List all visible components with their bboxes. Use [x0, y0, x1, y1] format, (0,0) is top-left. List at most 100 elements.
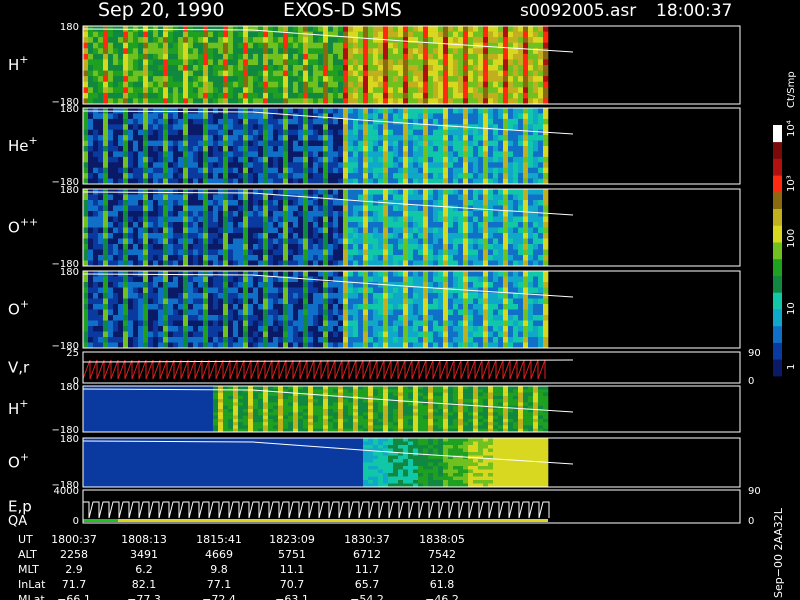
- heat-cell: [373, 222, 379, 228]
- heat-cell: [473, 238, 479, 245]
- heat-cell: [528, 162, 534, 168]
- heat-cell: [233, 249, 239, 256]
- heat-cell: [303, 146, 309, 152]
- heat-cell: [343, 331, 349, 338]
- heat-cell: [453, 298, 459, 305]
- heat-cell: [88, 293, 94, 299]
- heat-cell: [363, 162, 369, 168]
- heat-cell: [178, 216, 184, 223]
- heat-cell: [423, 135, 429, 141]
- heat-cell: [93, 70, 99, 77]
- heat-cell: [423, 156, 429, 163]
- heat-cell: [528, 76, 534, 82]
- heat-cell: [463, 151, 469, 158]
- heat-cell: [133, 238, 139, 245]
- heat-cell: [163, 129, 169, 136]
- heat-cell: [228, 309, 234, 316]
- heat-cell: [293, 309, 299, 316]
- heat-cell: [398, 42, 404, 49]
- heat-cell: [128, 129, 134, 136]
- heat-cell: [358, 287, 364, 294]
- heat-cell: [473, 118, 479, 125]
- heat-cell: [538, 178, 544, 185]
- heat-cell: [228, 113, 234, 120]
- heat-cell: [113, 113, 119, 120]
- heat-cell: [163, 146, 169, 152]
- heat-cell: [413, 233, 419, 239]
- heat-cell: [388, 244, 394, 250]
- heat-cell: [133, 320, 139, 327]
- heat-cell: [203, 326, 209, 332]
- heat-cell: [128, 194, 134, 201]
- heat-cell: [263, 320, 269, 327]
- heat-cell: [198, 162, 204, 168]
- heat-cell: [123, 238, 129, 245]
- heat-cell: [83, 260, 89, 267]
- heat-cell: [353, 135, 359, 141]
- heat-cell: [248, 194, 254, 201]
- heat-cell: [293, 337, 299, 343]
- heat-cell: [528, 26, 534, 32]
- heat-cell: [398, 76, 404, 82]
- heat-cell: [378, 249, 384, 256]
- heat-cell: [118, 244, 124, 250]
- heat-cell: [218, 200, 224, 206]
- heat-cell: [448, 216, 454, 223]
- heat-cell: [158, 271, 164, 277]
- heat-cell: [268, 65, 274, 71]
- heat-cell: [438, 315, 444, 321]
- heat-cell: [263, 255, 269, 261]
- heat-cell: [483, 129, 489, 136]
- heat-cell: [88, 140, 94, 147]
- heat-cell: [233, 244, 239, 250]
- heat-cell: [533, 211, 539, 217]
- heat-cell: [383, 271, 389, 277]
- heat-cell: [228, 293, 234, 299]
- heat-cell: [153, 59, 159, 66]
- heat-cell: [203, 76, 209, 82]
- heat-cell: [293, 59, 299, 66]
- heat-cell: [103, 233, 109, 239]
- heat-cell: [453, 194, 459, 201]
- heat-cell: [98, 222, 104, 228]
- heat-cell: [503, 92, 509, 99]
- heat-cell: [328, 98, 334, 105]
- heat-cell: [263, 113, 269, 120]
- heat-cell: [313, 124, 319, 130]
- heat-cell: [353, 293, 359, 299]
- heat-cell: [183, 65, 189, 71]
- heat-cell: [288, 118, 294, 125]
- heat-cell: [168, 293, 174, 299]
- heat-cell: [488, 189, 494, 195]
- heat-cell: [218, 108, 224, 114]
- heat-cell: [118, 140, 124, 147]
- heat-cell: [258, 48, 264, 55]
- heat-cell: [448, 129, 454, 136]
- heat-cell: [458, 271, 464, 277]
- heat-cell: [88, 53, 94, 60]
- heat-cell: [468, 146, 474, 152]
- heat-cell: [458, 118, 464, 125]
- heat-cell: [448, 118, 454, 125]
- heat-cell: [128, 81, 134, 88]
- heat-cell: [433, 304, 439, 310]
- heat-cell: [248, 178, 254, 185]
- heat-cell: [508, 87, 514, 94]
- heat-cell: [153, 260, 159, 267]
- heat-cell: [248, 249, 254, 256]
- heat-cell: [128, 31, 134, 38]
- heat-cell: [513, 48, 519, 55]
- heat-cell: [263, 92, 269, 99]
- heat-cell: [163, 233, 169, 239]
- heat-cell: [428, 233, 434, 239]
- heat-cell: [523, 70, 529, 77]
- heat-cell: [323, 92, 329, 99]
- heat-cell: [108, 238, 114, 245]
- heat-cell: [178, 255, 184, 261]
- heat-cell: [218, 238, 224, 245]
- heat-cell: [228, 222, 234, 228]
- heat-cell: [303, 222, 309, 228]
- heat-cell: [193, 26, 199, 32]
- heat-cell: [543, 156, 549, 163]
- heat-cell: [103, 331, 109, 338]
